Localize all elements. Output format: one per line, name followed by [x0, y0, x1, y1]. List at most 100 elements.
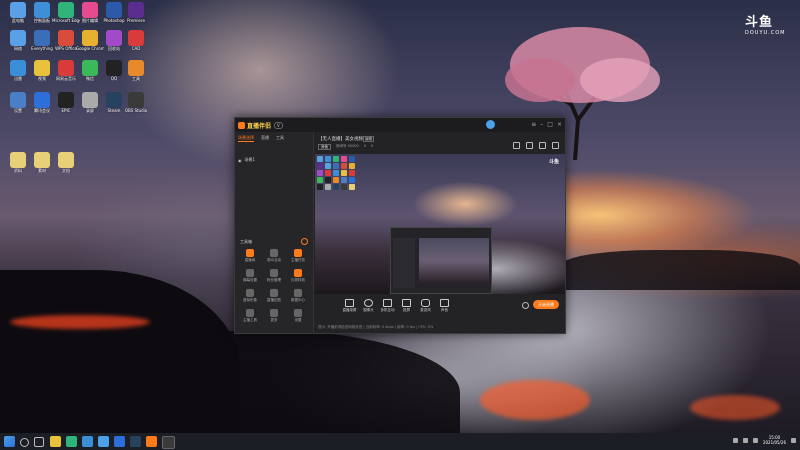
- input-method-icon[interactable]: [752, 437, 758, 443]
- tool-label: 弹幕设置: [243, 278, 257, 282]
- preview-mini-icon: [341, 184, 347, 190]
- menu-icon[interactable]: ≡: [531, 121, 536, 128]
- watermark-en: DOUYU.COM: [745, 30, 786, 36]
- status-bar: 提示: 开播前请检查网络状态 | 当前码率: 0 kbps | 帧率: 0 fp…: [318, 325, 434, 329]
- home-icon[interactable]: [539, 142, 546, 149]
- notification-icon[interactable]: [791, 437, 796, 443]
- settings-icon[interactable]: [522, 302, 529, 309]
- eye-icon[interactable]: ◉: [238, 158, 242, 163]
- edit-title-button[interactable]: 编辑: [363, 136, 374, 142]
- stream-info-bar: 【无人直播】美女视频 编辑 其他 房间号 00000 0 0: [315, 132, 565, 154]
- close-icon[interactable]: ×: [557, 121, 562, 128]
- start-live-button[interactable]: 开始直播: [533, 300, 559, 309]
- preview-mini-icon: [317, 177, 323, 183]
- stream-title: 【无人直播】美女视频: [318, 137, 363, 142]
- app-icon: [128, 2, 144, 18]
- preview-mini-icon: [317, 170, 323, 176]
- preview-mini-icon: [317, 156, 323, 162]
- preview-mini-icon: [349, 163, 355, 169]
- tab-scene[interactable]: 场景选择: [238, 135, 254, 142]
- taskbar-app-icon[interactable]: [114, 436, 125, 447]
- sound-button[interactable]: 声音: [435, 299, 454, 313]
- toolbox-item[interactable]: 粉丝管理: [262, 269, 286, 282]
- cast-icon: [402, 299, 411, 307]
- network-icon[interactable]: [732, 437, 738, 443]
- toolbox-item[interactable]: 主播任务: [286, 249, 310, 262]
- gift-icon[interactable]: [526, 142, 533, 149]
- app-icon: [10, 60, 26, 76]
- taskbar-app-icon[interactable]: [50, 436, 61, 447]
- taskbar-app-icon[interactable]: [162, 436, 175, 449]
- toolbox-item[interactable]: 设置: [286, 309, 310, 322]
- wallpaper-lava: [10, 315, 150, 329]
- toolbox-item[interactable]: 数据中心: [286, 289, 310, 302]
- desktop-icon-label: 文档: [62, 168, 70, 173]
- clock[interactable]: 15:00 2021/05/26: [763, 435, 786, 445]
- tab-live[interactable]: 直播: [261, 135, 269, 142]
- fullscreen-icon[interactable]: [552, 142, 559, 149]
- desktop-icon-label: OBS Studio: [124, 108, 148, 113]
- stream-preview[interactable]: 斗鱼: [315, 154, 565, 294]
- microphone-button[interactable]: 麦克风: [416, 299, 435, 313]
- app-icon: [82, 92, 98, 108]
- clock-date: 2021/05/26: [762, 440, 786, 445]
- start-icon[interactable]: [4, 436, 15, 447]
- preview-mini-icon: [333, 163, 339, 169]
- camera-button[interactable]: 摄像头: [359, 299, 378, 313]
- screen-record-button[interactable]: 直播录屏: [340, 299, 359, 313]
- app-icon: [58, 152, 74, 168]
- toolbox-item[interactable]: 主播工具: [238, 309, 262, 322]
- scene-item[interactable]: ◉ 场景1: [238, 157, 255, 163]
- share-icon[interactable]: [513, 142, 520, 149]
- user-avatar[interactable]: [486, 120, 495, 129]
- toolbox-item[interactable]: 礼物特效: [286, 269, 310, 282]
- toolbox-item[interactable]: 更多: [262, 309, 286, 322]
- app-icon: [58, 60, 74, 76]
- maximize-icon[interactable]: □: [547, 121, 553, 128]
- tab-tools[interactable]: 工具: [276, 135, 284, 142]
- category-badge[interactable]: 其他: [318, 144, 331, 150]
- taskbar-app-icon[interactable]: [146, 436, 157, 447]
- app-sidebar: 场景选择 直播 工具 ◉ 场景1 工具箱 直播间 观众互动 主播任务 弹幕设置 粉丝管理…: [235, 132, 314, 333]
- app-titlebar[interactable]: 直播伴侣 V ≡ – □ ×: [235, 118, 565, 132]
- app-icon: [34, 92, 50, 108]
- wallpaper-cliff: [560, 250, 800, 290]
- toolbox-item[interactable]: 直播回放: [262, 289, 286, 302]
- multi-interaction-button[interactable]: 多机互动: [378, 299, 397, 313]
- desktop-icon[interactable]: 文档: [52, 152, 80, 178]
- toolbox-item[interactable]: 虚拟形象: [238, 289, 262, 302]
- task-view-icon[interactable]: [34, 437, 44, 447]
- nested-sidebar: [393, 238, 415, 288]
- volume-icon[interactable]: [742, 437, 748, 443]
- toolbox-item[interactable]: 观众互动: [262, 249, 286, 262]
- app-version-badge[interactable]: V: [274, 121, 283, 129]
- preview-mini-icon: [349, 170, 355, 176]
- desktop-icon[interactable]: CAD: [122, 30, 150, 56]
- preview-mini-icon: [349, 156, 355, 162]
- taskbar-app-icon[interactable]: [98, 436, 109, 447]
- taskbar-app-icon[interactable]: [66, 436, 77, 447]
- desktop-icon[interactable]: OBS Studio: [122, 92, 150, 118]
- taskbar-app-icon[interactable]: [82, 436, 93, 447]
- cast-button[interactable]: 投屏: [397, 299, 416, 313]
- wallpaper-lava: [690, 395, 780, 420]
- toolbox-settings-icon[interactable]: [301, 238, 308, 245]
- monitor-icon: [345, 299, 354, 307]
- control-label: 直播录屏: [342, 308, 357, 312]
- watermark-cn: 斗鱼: [745, 15, 774, 30]
- stream-meta: 其他 房间号 00000 0 0: [318, 144, 373, 150]
- minimize-icon[interactable]: –: [540, 121, 543, 128]
- control-label: 多机互动: [380, 308, 395, 312]
- search-icon[interactable]: [20, 438, 29, 447]
- viewer-count: 0: [363, 144, 366, 148]
- preview-mini-icon: [325, 170, 331, 176]
- toolbox-item[interactable]: 直播间: [238, 249, 262, 262]
- desktop-icon[interactable]: Premiere: [122, 2, 150, 28]
- toolbox-item[interactable]: 弹幕设置: [238, 269, 262, 282]
- app-icon: [10, 152, 26, 168]
- taskbar-app-icon[interactable]: [130, 436, 141, 447]
- room-number: 房间号 00000: [336, 144, 359, 148]
- app-icon: [34, 152, 50, 168]
- desktop-icon[interactable]: 工具: [122, 60, 150, 86]
- tool-icon: [246, 289, 254, 297]
